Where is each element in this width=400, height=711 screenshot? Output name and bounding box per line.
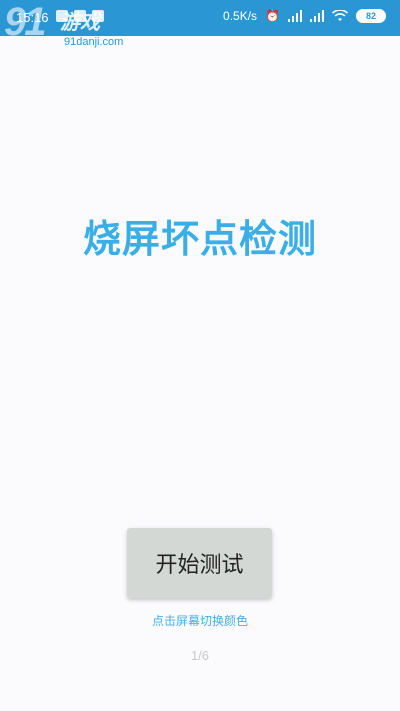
watermark-url: 91danji.com: [64, 36, 124, 48]
alarm-icon: ⏰: [265, 9, 280, 23]
page-title: 烧屏坏点检测: [82, 217, 317, 261]
battery-indicator: 82: [356, 9, 386, 23]
signal-icon: [310, 10, 324, 22]
app-screen[interactable]: 15:16 0.5K/s ⏰ 82 91 游戏 91danji.com 烧屏坏点…: [0, 0, 400, 711]
start-test-button[interactable]: 开始测试: [127, 528, 272, 598]
tap-hint: 点击屏幕切换颜色: [151, 614, 248, 628]
page-indicator: 1/6: [190, 648, 210, 663]
status-right: 0.5K/s ⏰ 82: [223, 9, 386, 23]
signal-icon: [288, 10, 302, 22]
wifi-icon: [332, 10, 348, 21]
network-speed: 0.5K/s: [223, 9, 258, 23]
watermark-brand: 游戏: [60, 10, 100, 34]
watermark-number: 91: [4, 0, 46, 44]
watermark-logo: 91 游戏 91danji.com: [4, 0, 144, 52]
